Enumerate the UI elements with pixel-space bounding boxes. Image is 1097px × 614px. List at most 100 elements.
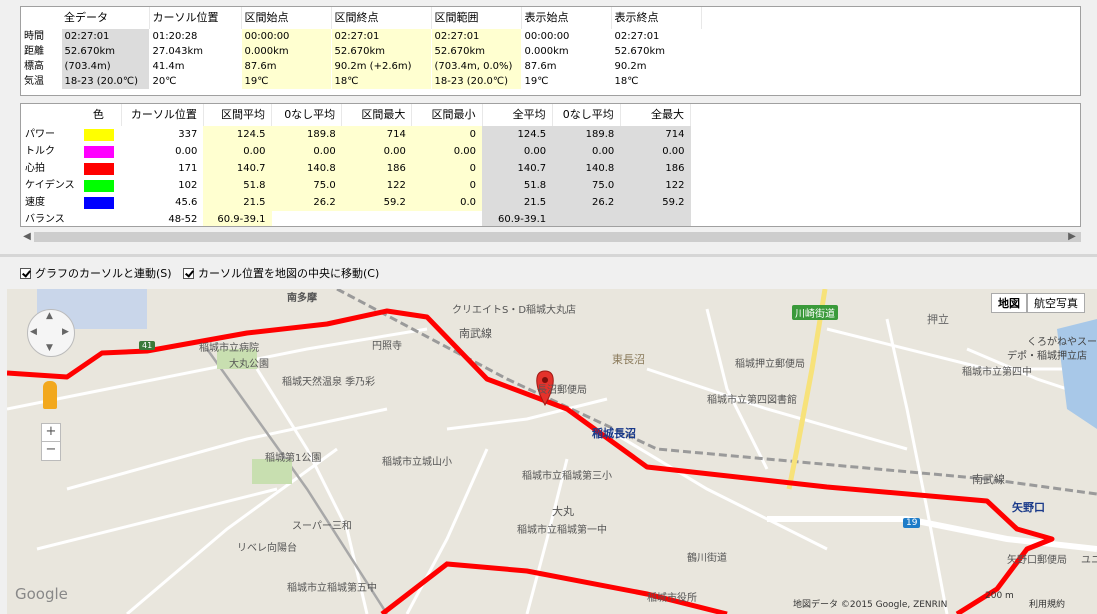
stats-cell: 0.00 — [552, 143, 621, 160]
stats-color-cell[interactable] — [79, 177, 121, 194]
summary-cell: 41.4m — [149, 59, 242, 74]
map-type-satellite-button[interactable]: 航空写真 — [1027, 293, 1085, 313]
summary-cell: (703.4m) — [61, 59, 150, 74]
map-label-kawasaki: 川崎街道 — [792, 305, 838, 320]
summary-cell: 18℃ — [331, 74, 432, 89]
stats-cell: 75.0 — [271, 177, 342, 194]
map-label-onsen: 稲城天然温泉 季乃彩 — [282, 377, 376, 388]
stats-cell: 26.2 — [271, 194, 342, 211]
stats-cell: 140.8 — [271, 160, 342, 177]
map-label-enshoji: 円照寺 — [372, 341, 402, 352]
stats-color-cell[interactable] — [79, 160, 121, 177]
map-canvas[interactable] — [7, 289, 1097, 614]
summary-cell: 02:27:01 — [611, 29, 702, 44]
map-label-route41: 41 — [139, 341, 156, 350]
stats-cell: 122 — [341, 177, 412, 194]
summary-col-header[interactable]: 全データ — [61, 7, 150, 29]
link-cursor-checkbox[interactable] — [20, 267, 31, 279]
summary-header-row: 全データ カーソル位置 区間始点 区間終点 区間範囲 表示始点 表示終点 — [21, 7, 702, 29]
street-view-pegman-icon[interactable] — [43, 381, 57, 409]
color-swatch[interactable] — [84, 162, 115, 175]
summary-cell: 18-23 (20.0℃) — [431, 74, 522, 89]
summary-table: 全データ カーソル位置 区間始点 区間終点 区間範囲 表示始点 表示終点 時間 02:27:0… — [21, 7, 702, 89]
stats-cell: 75.0 — [552, 177, 621, 194]
color-swatch[interactable] — [84, 196, 115, 209]
center-map-option[interactable]: カーソル位置を地図の中央に移動(C) — [183, 265, 379, 281]
summary-cell: 00:00:00 — [521, 29, 612, 44]
summary-col-header[interactable]: 区間範囲 — [431, 7, 522, 29]
map-label-daimaru: 大丸 — [552, 505, 574, 518]
stats-cell: 186 — [620, 160, 691, 177]
stats-col-header[interactable]: 0なし平均 — [552, 104, 621, 126]
zoom-out-button[interactable]: − — [41, 441, 61, 461]
summary-col-header[interactable]: 区間始点 — [241, 7, 332, 29]
stats-cell — [620, 211, 691, 226]
stats-col-header[interactable]: 区間平均 — [203, 104, 273, 126]
map-label-library: 稲城市立第四図書館 — [707, 395, 797, 406]
center-map-label[interactable]: カーソル位置を地図の中央に移動(C) — [198, 265, 379, 281]
stats-color-cell[interactable] — [79, 143, 121, 160]
summary-col-header[interactable]: 表示始点 — [521, 7, 612, 29]
stats-cell — [412, 211, 482, 226]
color-swatch[interactable] — [84, 128, 115, 141]
map-label-yamanoshou: 稲城市立城山小 — [382, 457, 452, 468]
link-cursor-option[interactable]: グラフのカーソルと連動(S) — [20, 265, 172, 281]
stats-cell: 21.5 — [482, 194, 553, 211]
summary-panel: 全データ カーソル位置 区間始点 区間終点 区間範囲 表示始点 表示終点 時間 02:27:0… — [20, 6, 1081, 96]
stats-cell: 0.00 — [411, 143, 482, 160]
map-label-kuronegaya: くろがねやスーパー — [1027, 337, 1097, 348]
stats-col-header[interactable]: 区間最大 — [341, 104, 413, 126]
stats-cell: 0.00 — [482, 143, 553, 160]
stats-col-header[interactable]: 0なし平均 — [271, 104, 343, 126]
stats-cell: 60.9-39.1 — [482, 211, 553, 226]
summary-cell: (703.4m, 0.0%) — [431, 59, 522, 74]
stats-row-label: バランス — [25, 214, 65, 225]
map-label-inagi4: 稲城市立第四中 — [962, 367, 1032, 378]
stats-col-header[interactable]: 全平均 — [482, 104, 553, 126]
street-grid — [7, 308, 1097, 614]
stats-color-cell[interactable] — [79, 194, 121, 211]
map-label-higashinagasaka: 東長沼 — [612, 353, 645, 366]
stats-col-header[interactable]: 色 — [79, 104, 122, 126]
stats-cell: 51.8 — [203, 177, 272, 194]
stats-cell: 0.00 — [203, 143, 272, 160]
map-type-map-button[interactable]: 地図 — [991, 293, 1027, 313]
map-label-cityhall: 稲城市役所 — [647, 593, 697, 604]
map-label-minamitama: 南多摩 — [287, 293, 317, 304]
splitter[interactable] — [0, 254, 1097, 257]
stats-body: パワー 337 124.5 189.8 714 0 124.5 189.8 714 トルク 0.00… — [21, 126, 691, 226]
map-label-dai3sho: 稲城市立稲城第三小 — [522, 471, 612, 482]
stats-row: 心拍 171 140.7 140.8 186 0 140.7 140.8 186 — [21, 160, 691, 177]
scroll-thumb[interactable] — [34, 232, 1081, 242]
summary-col-header[interactable]: 表示終点 — [611, 7, 702, 29]
summary-corner — [21, 7, 61, 29]
stats-cell — [272, 211, 342, 226]
horizontal-scrollbar[interactable]: ◀ ▶ — [20, 229, 1081, 245]
summary-cell: 18-23 (20.0℃) — [61, 74, 150, 89]
summary-cell: 87.6m — [241, 59, 332, 74]
color-swatch[interactable] — [84, 145, 115, 158]
color-swatch[interactable] — [84, 179, 115, 192]
stats-col-header[interactable]: 全最大 — [620, 104, 692, 126]
stats-color-cell[interactable] — [79, 211, 121, 226]
scroll-left-icon[interactable]: ◀ — [20, 229, 34, 245]
map-view[interactable]: 南多摩クリエイトS・D稲城大丸店川崎街道押立くろがねやスーパーデポ・稲城押立店稲… — [7, 289, 1097, 614]
stats-col-header[interactable]: 区間最小 — [411, 104, 483, 126]
map-label-oshitate: 押立 — [927, 313, 949, 326]
map-label-nanbusen2: 南武線 — [972, 473, 1005, 486]
stats-col-header[interactable]: カーソル位置 — [121, 104, 204, 126]
stats-cell: 21.5 — [203, 194, 272, 211]
stats-cell: 0.00 — [271, 143, 342, 160]
stats-row: パワー 337 124.5 189.8 714 0 124.5 189.8 714 — [21, 126, 691, 143]
summary-cell: 52.670km — [61, 44, 150, 59]
summary-col-header[interactable]: 区間終点 — [331, 7, 432, 29]
center-map-checkbox[interactable] — [183, 267, 194, 279]
scroll-right-icon[interactable]: ▶ — [1065, 229, 1079, 245]
summary-col-header[interactable]: カーソル位置 — [149, 7, 242, 29]
map-label-terms[interactable]: 利用規約 — [1029, 597, 1065, 610]
link-cursor-label[interactable]: グラフのカーソルと連動(S) — [35, 265, 172, 281]
stats-color-cell[interactable] — [79, 126, 121, 143]
map-label-yanokuchipost: 矢野口郵便局 — [1007, 555, 1067, 566]
zoom-in-button[interactable]: + — [41, 423, 61, 443]
stats-corner — [21, 104, 79, 126]
